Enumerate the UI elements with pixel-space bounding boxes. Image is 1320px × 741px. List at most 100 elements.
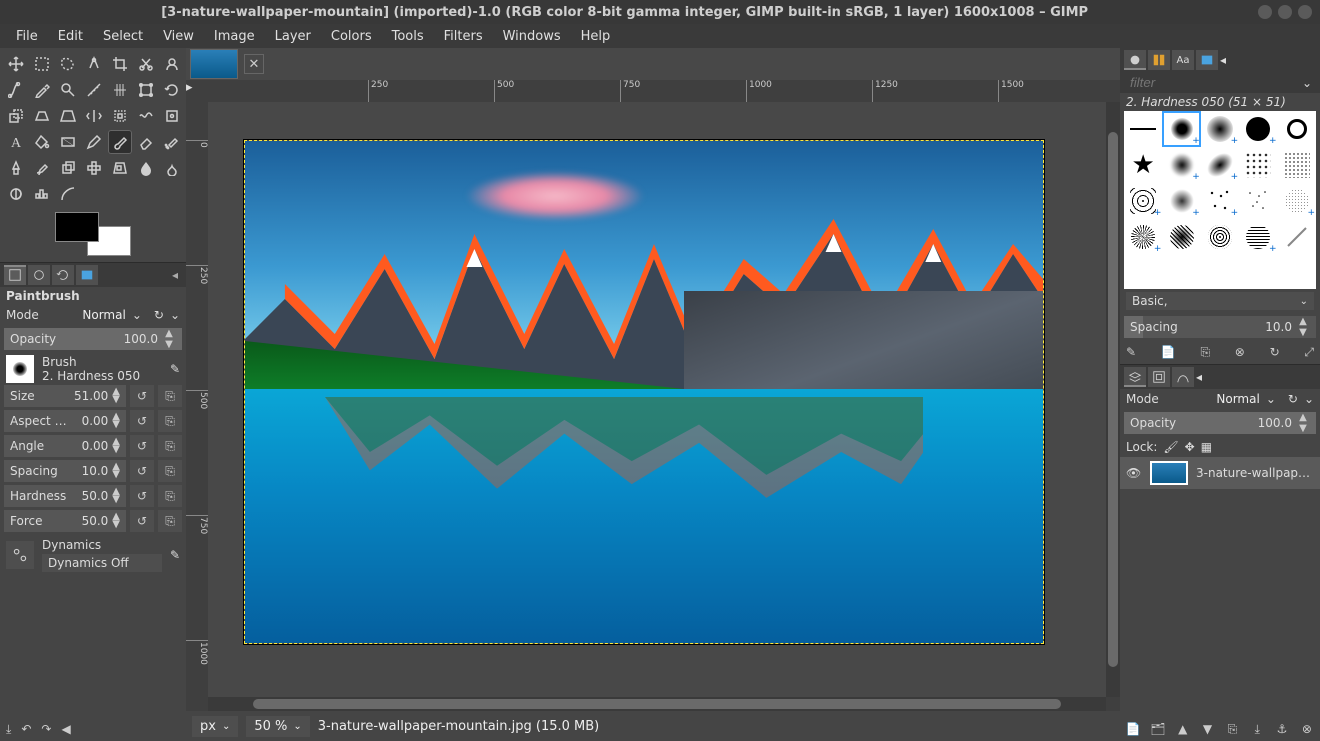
tool-bucket-fill[interactable] — [30, 130, 54, 154]
brush-item[interactable]: + — [1201, 147, 1239, 183]
tool-heal[interactable] — [82, 156, 106, 180]
force-reset-icon[interactable]: ↺ — [130, 510, 154, 532]
brush-item[interactable]: ★ — [1124, 147, 1162, 183]
size-link-icon[interactable]: ⎘ — [158, 385, 182, 407]
nav-corner-icon[interactable] — [1106, 697, 1120, 711]
spacing-slider[interactable]: Spacing10.0▲▼ — [4, 460, 126, 482]
tab-device-status[interactable] — [28, 265, 50, 285]
vertical-scrollbar[interactable] — [1106, 102, 1120, 697]
aspect-reset-icon[interactable]: ↺ — [130, 410, 154, 432]
foreground-color[interactable] — [55, 212, 99, 242]
brush-item[interactable]: + — [1239, 219, 1277, 255]
angle-reset-icon[interactable]: ↺ — [130, 435, 154, 457]
layer-thumbnail[interactable] — [1150, 461, 1188, 485]
tool-crop[interactable] — [108, 52, 132, 76]
brush-name[interactable]: 2. Hardness 050 — [42, 369, 162, 383]
reset-options-icon[interactable]: ◀ — [61, 722, 70, 737]
tool-perspective-clone[interactable] — [108, 156, 132, 180]
brush-item[interactable]: + — [1162, 183, 1200, 219]
spacing-reset-icon[interactable]: ↺ — [130, 460, 154, 482]
window-close[interactable] — [1298, 5, 1312, 19]
unit-dropdown[interactable]: px⌄ — [192, 716, 238, 737]
edit-brush-icon[interactable]: ✎ — [1126, 345, 1136, 360]
spacing-link-icon[interactable]: ⎘ — [158, 460, 182, 482]
size-slider[interactable]: Size51.00▲▼ — [4, 385, 126, 407]
tab-images[interactable] — [76, 265, 98, 285]
brush-item[interactable]: + — [1201, 111, 1239, 147]
tab-channels[interactable] — [1148, 367, 1170, 387]
brush-item[interactable] — [1124, 111, 1162, 147]
tabstrip-menu-icon[interactable]: ◂ — [168, 268, 182, 282]
aspect-link-icon[interactable]: ⎘ — [158, 410, 182, 432]
tool-rotate[interactable] — [160, 78, 184, 102]
close-tab-icon[interactable]: ✕ — [244, 54, 264, 74]
merge-down-icon[interactable]: ⤓ — [1248, 722, 1266, 737]
new-brush-icon[interactable]: 📄 — [1161, 345, 1176, 360]
ruler-corner[interactable]: ▸ — [186, 80, 208, 102]
layer-opacity-slider[interactable]: Opacity 100.0 ▲▼ — [1124, 412, 1316, 434]
tool-warp[interactable] — [134, 104, 158, 128]
brush-item[interactable] — [1278, 147, 1316, 183]
layer-item[interactable]: 👁 3-nature-wallpaper-mountain — [1120, 457, 1320, 489]
brush-item[interactable]: + — [1124, 183, 1162, 219]
menu-filters[interactable]: Filters — [434, 26, 493, 47]
brush-item[interactable] — [1162, 219, 1200, 255]
delete-brush-icon[interactable]: ⊗ — [1235, 345, 1245, 360]
delete-layer-icon[interactable]: ⊗ — [1298, 722, 1316, 737]
open-as-image-icon[interactable]: ⤢ — [1304, 345, 1314, 360]
hardness-reset-icon[interactable]: ↺ — [130, 485, 154, 507]
tool-align[interactable] — [108, 78, 132, 102]
tool-unified-transform[interactable] — [134, 78, 158, 102]
spinner-icon[interactable]: ▲▼ — [1296, 412, 1310, 434]
tool-pencil[interactable] — [82, 130, 106, 154]
force-slider[interactable]: Force50.0▲▼ — [4, 510, 126, 532]
chevron-down-icon[interactable]: ⌄ — [170, 308, 180, 322]
ruler-vertical[interactable]: 0 250 500 750 1000 — [186, 102, 208, 697]
tool-foreground-select[interactable] — [160, 52, 184, 76]
menu-windows[interactable]: Windows — [493, 26, 571, 47]
tool-color-picker[interactable] — [30, 78, 54, 102]
hardness-link-icon[interactable]: ⎘ — [158, 485, 182, 507]
anchor-layer-icon[interactable]: ⚓ — [1273, 722, 1291, 737]
brush-item[interactable]: + — [1201, 183, 1239, 219]
chevron-down-icon[interactable]: ⌄ — [1266, 392, 1276, 406]
tool-mypaint-brush[interactable] — [30, 156, 54, 180]
layer-visibility-icon[interactable]: 👁 — [1126, 466, 1142, 480]
zoom-dropdown[interactable]: 50 %⌄ — [246, 716, 309, 737]
tool-scale[interactable] — [4, 104, 28, 128]
aspect-slider[interactable]: Aspect …0.00▲▼ — [4, 410, 126, 432]
chevron-down-icon[interactable]: ⌄ — [1304, 392, 1314, 406]
tab-patterns[interactable] — [1148, 50, 1170, 70]
brush-item[interactable] — [1278, 111, 1316, 147]
tool-airbrush[interactable] — [160, 130, 184, 154]
brush-item[interactable] — [1239, 183, 1277, 219]
hardness-slider[interactable]: Hardness50.0▲▼ — [4, 485, 126, 507]
menu-tools[interactable]: Tools — [382, 26, 434, 47]
mode-reset-icon[interactable]: ↻ — [154, 308, 164, 322]
tool-blur[interactable] — [134, 156, 158, 180]
tool-ink[interactable] — [4, 156, 28, 180]
dynamics-dropdown[interactable]: Dynamics Off — [42, 554, 162, 572]
tool-fuzzy-select[interactable] — [82, 52, 106, 76]
tool-text[interactable]: A — [4, 130, 28, 154]
restore-options-icon[interactable]: ↶ — [21, 722, 31, 737]
menu-file[interactable]: File — [6, 26, 48, 47]
lower-layer-icon[interactable]: ▼ — [1199, 722, 1217, 737]
duplicate-layer-icon[interactable]: ⎘ — [1223, 722, 1241, 737]
tool-paths[interactable] — [4, 78, 28, 102]
mode-value[interactable]: Normal — [82, 308, 125, 322]
tab-undo-history[interactable] — [52, 265, 74, 285]
tool-zoom[interactable] — [56, 78, 80, 102]
brush-item[interactable]: + — [1162, 111, 1200, 147]
brush-spacing-slider[interactable]: Spacing 10.0 ▲▼ — [1124, 316, 1316, 338]
tool-rectangle-select[interactable] — [30, 52, 54, 76]
tool-paintbrush[interactable] — [108, 130, 132, 154]
menu-layer[interactable]: Layer — [265, 26, 321, 47]
nav-corner-top[interactable] — [1106, 80, 1120, 102]
tab-document-history[interactable] — [1196, 50, 1218, 70]
opacity-slider[interactable]: Opacity 100.0 ▲▼ — [4, 328, 182, 350]
delete-options-icon[interactable]: ↷ — [41, 722, 51, 737]
tool-curves[interactable] — [56, 182, 80, 206]
tool-eraser[interactable] — [134, 130, 158, 154]
layer-name[interactable]: 3-nature-wallpaper-mountain — [1196, 466, 1314, 480]
